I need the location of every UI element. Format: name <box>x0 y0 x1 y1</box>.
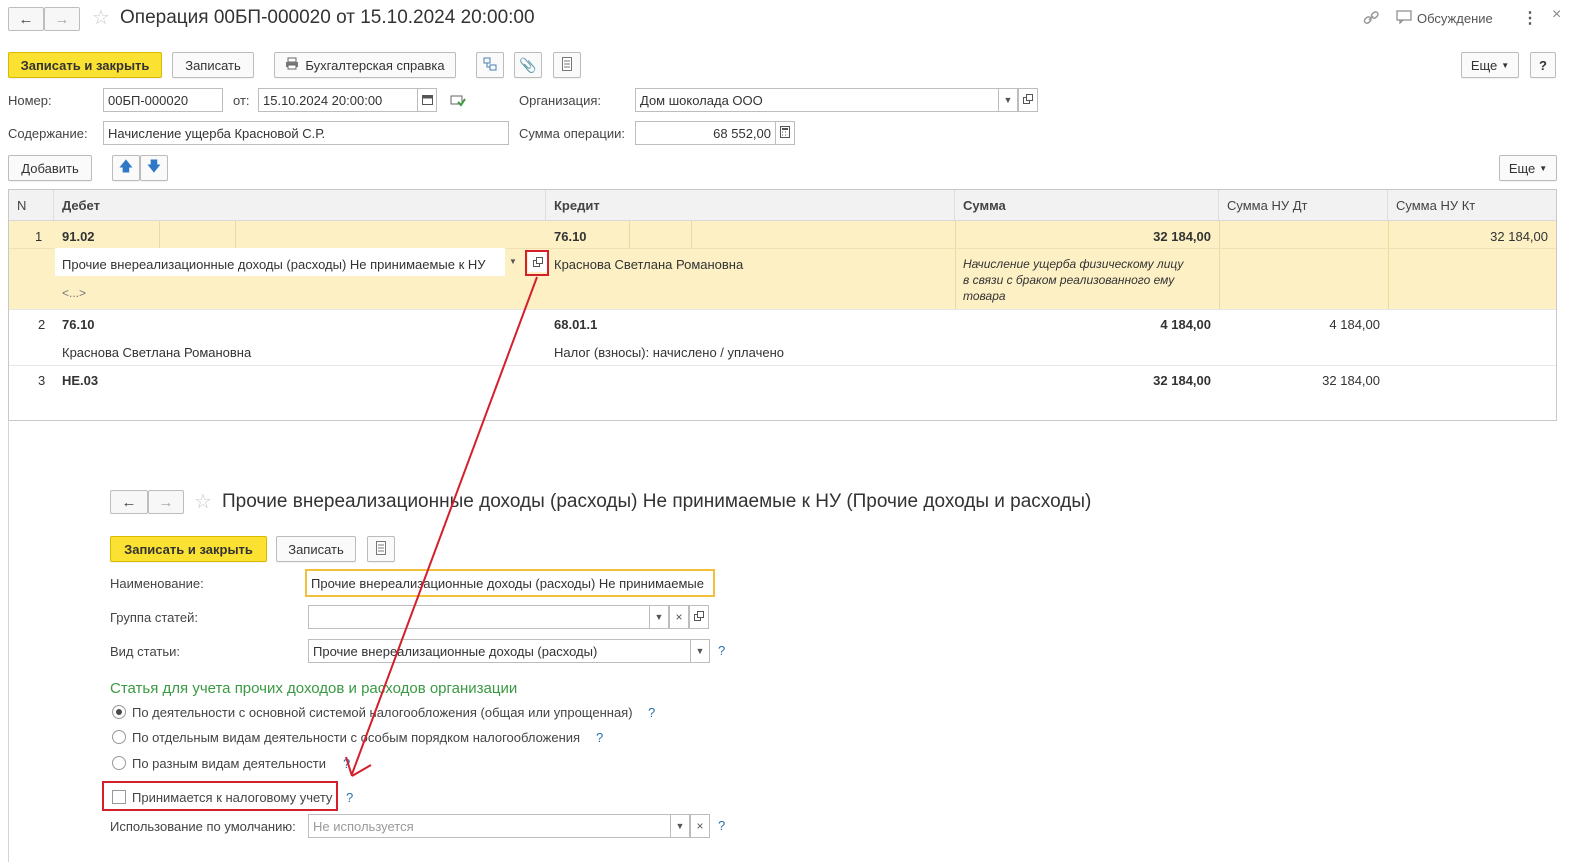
annotation-arrow <box>345 276 538 777</box>
